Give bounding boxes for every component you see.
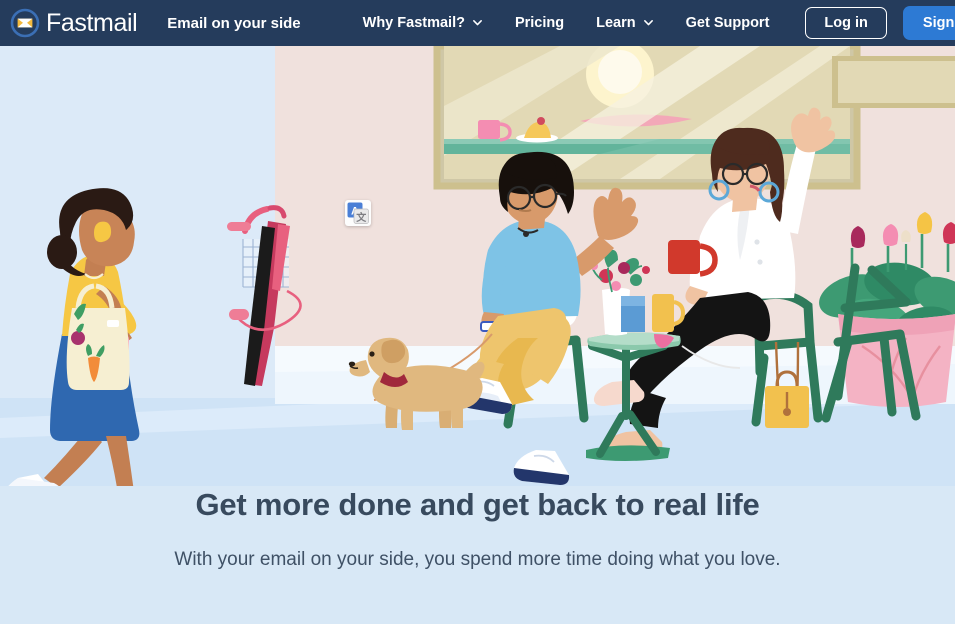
hero-copy: Get more done and get back to real life …	[0, 486, 955, 573]
nav-item-pricing[interactable]: Pricing	[515, 9, 564, 37]
nav-tagline: Email on your side	[167, 14, 301, 32]
nav-item-label: Get Support	[685, 15, 770, 31]
fastmail-homepage: Fastmail Email on your side Why Fastmail…	[0, 0, 955, 624]
svg-text:文: 文	[356, 211, 367, 224]
chevron-down-icon	[472, 17, 483, 28]
nav-item-label: Pricing	[514, 15, 565, 31]
sign-up-button[interactable]: Sign up	[902, 6, 955, 40]
nav-item-learn[interactable]: Learn	[596, 9, 654, 37]
nav-item-get-support[interactable]: Get Support	[686, 9, 770, 37]
google-translate-icon[interactable]: A 文	[345, 200, 371, 226]
cafe-scene-illustration	[0, 46, 955, 486]
chevron-down-icon	[643, 17, 654, 28]
log-in-button[interactable]: Log in	[805, 7, 887, 39]
fastmail-envelope-logo-icon	[10, 8, 40, 38]
page-subtitle: With your email on your side, you spend …	[174, 549, 781, 571]
nav-item-why-fastmail[interactable]: Why Fastmail?	[363, 9, 483, 37]
nav-item-label: Learn	[596, 15, 636, 31]
brand-name: Fastmail	[46, 8, 138, 37]
nav-links: Why Fastmail? Pricing Learn Get Support …	[363, 6, 955, 40]
top-navigation-bar: Fastmail Email on your side Why Fastmail…	[0, 0, 955, 46]
page-title: Get more done and get back to real life	[195, 487, 760, 522]
nav-item-label: Why Fastmail?	[362, 15, 465, 31]
hero-illustration: A 文	[0, 46, 955, 486]
brand-logo-link[interactable]: Fastmail	[10, 8, 138, 38]
